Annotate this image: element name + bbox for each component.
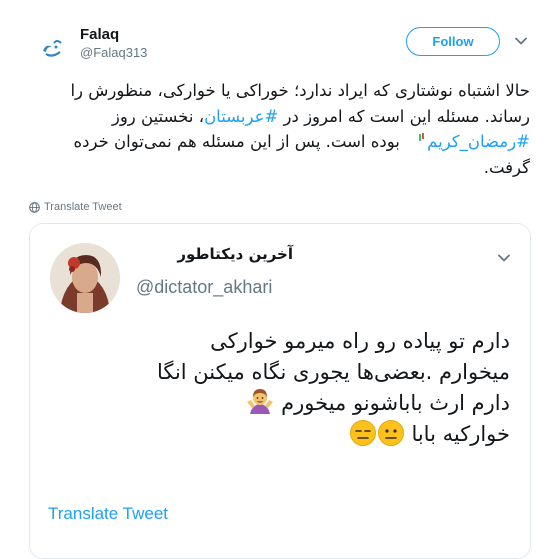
neutral-face-icon (377, 420, 404, 446)
quoted-text-line: دارم ارث باباشونو میخورم (281, 391, 510, 415)
author-avatar[interactable] (32, 26, 72, 66)
quoted-tweet-card[interactable]: آخرین دیکتاطور @dictator_akhari دارم تو … (29, 223, 531, 559)
quoted-tweet-text: دارم تو پیاده رو راه میرمو خوارکی میخوار… (40, 326, 510, 450)
quoted-text-line-with-emoji: خوارکیه بابا (40, 419, 510, 450)
tweet-text: حالا اشتباه نوشتاری که ایراد ندارد؛ خورا… (30, 78, 530, 180)
woman-shrugging-icon (247, 389, 274, 414)
chevron-down-icon[interactable] (497, 251, 511, 265)
quoted-text-line: خوارکیه بابا (411, 422, 510, 446)
globe-icon (29, 201, 40, 213)
portrait-avatar-image (50, 243, 120, 313)
quoted-handle[interactable]: @dictator_akhari (136, 277, 272, 298)
quoted-display-name[interactable]: آخرین دیکتاطور (177, 245, 293, 263)
falaq-logo (33, 27, 71, 65)
hashtag-link[interactable]: #رمضان_کریم (427, 132, 530, 151)
author-handle[interactable]: @Falaq313 (80, 45, 147, 60)
expressionless-face-icon (349, 420, 376, 446)
quoted-text-line-with-emoji: دارم ارث باباشونو میخورم (40, 388, 510, 419)
crescent-moon-icon (407, 133, 425, 150)
quoted-text-line: میخوارم .بعضی‌ها یجوری نگاه میکنن انگا (156, 360, 510, 384)
tweet-header: Falaq @Falaq313 Follow (0, 0, 556, 70)
translate-tweet-link[interactable]: Translate Tweet (29, 201, 122, 213)
author-display-name[interactable]: Falaq (80, 26, 119, 43)
quoted-text-line: دارم تو پیاده رو راه میرمو خوارکی (210, 329, 510, 353)
quoted-author-avatar[interactable] (50, 243, 120, 313)
quoted-translate-tweet-link[interactable]: Translate Tweet (48, 504, 168, 524)
tweet-text-part: ، نخستین روز (111, 106, 205, 126)
hashtag-link[interactable]: #عربستان (204, 107, 278, 126)
follow-button[interactable]: Follow (406, 27, 500, 56)
translate-tweet-label: Translate Tweet (44, 201, 122, 213)
chevron-down-icon[interactable] (514, 34, 528, 48)
